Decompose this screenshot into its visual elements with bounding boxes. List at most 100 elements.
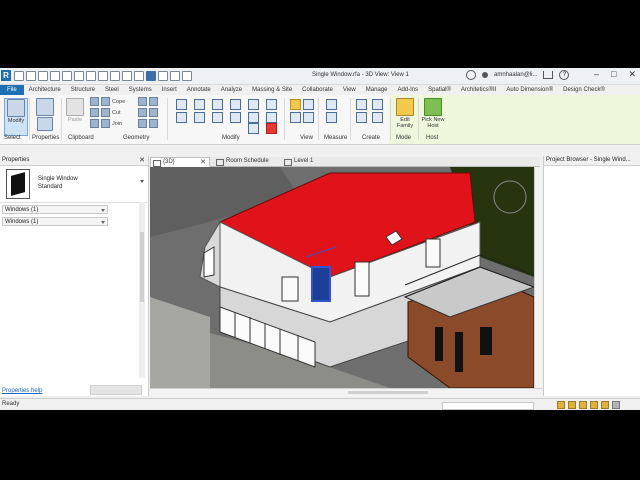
close-icon[interactable]: ✕ bbox=[200, 158, 206, 167]
cut-button[interactable]: Cut bbox=[90, 108, 121, 117]
tab-design-check[interactable]: Design Check® bbox=[558, 85, 610, 95]
scroll-thumb[interactable] bbox=[140, 232, 144, 302]
properties-button[interactable] bbox=[34, 98, 56, 134]
cart-icon[interactable] bbox=[543, 71, 554, 79]
pick-new-host-button[interactable]: Pick New Host bbox=[420, 98, 446, 134]
viewport-horizontal-scrollbar[interactable] bbox=[150, 388, 542, 397]
tab-file[interactable]: File bbox=[0, 85, 24, 95]
select-underlay-icon[interactable] bbox=[568, 401, 576, 409]
array-icon[interactable] bbox=[248, 112, 259, 123]
text-icon[interactable] bbox=[110, 71, 120, 81]
minimize-icon[interactable]: – bbox=[594, 69, 599, 80]
scale-icon[interactable] bbox=[266, 112, 277, 123]
close-hidden-icon[interactable] bbox=[158, 71, 168, 81]
join-button[interactable]: Join bbox=[90, 119, 122, 128]
mirror-axis-icon[interactable] bbox=[212, 99, 223, 110]
edit-family-button[interactable]: Edit Family bbox=[394, 98, 416, 134]
tab-insert[interactable]: Insert bbox=[157, 85, 182, 95]
tab-collaborate[interactable]: Collaborate bbox=[297, 85, 338, 95]
chevron-down-icon[interactable] bbox=[140, 180, 144, 183]
apply-button[interactable] bbox=[90, 385, 142, 395]
selection-filter-field[interactable] bbox=[442, 402, 534, 410]
save-icon[interactable] bbox=[26, 71, 36, 81]
hide-element-icon[interactable] bbox=[303, 112, 314, 123]
dimension-icon[interactable] bbox=[326, 112, 337, 123]
maximize-icon[interactable]: □ bbox=[611, 69, 616, 80]
trim-extend-icon[interactable] bbox=[230, 112, 241, 123]
paste-button[interactable]: Paste bbox=[64, 98, 86, 134]
switch-windows-icon[interactable] bbox=[170, 71, 180, 81]
mirror-draw-icon[interactable] bbox=[230, 99, 241, 110]
category-filter-select[interactable]: Windows (1) bbox=[2, 205, 108, 214]
pin-icon[interactable] bbox=[248, 123, 259, 134]
linework-icon[interactable] bbox=[290, 112, 301, 123]
thin-lines-icon[interactable] bbox=[146, 71, 156, 81]
tab-architecture[interactable]: Architecture bbox=[24, 85, 66, 95]
geometry-tools-row-2[interactable] bbox=[138, 108, 158, 117]
3d-viewport[interactable] bbox=[150, 167, 534, 388]
tab-systems[interactable]: Systems bbox=[124, 85, 157, 95]
offset-icon[interactable] bbox=[194, 99, 205, 110]
sync-icon[interactable] bbox=[38, 71, 48, 81]
tab-3d-view[interactable]: {3D} ✕ bbox=[150, 157, 210, 167]
align-icon[interactable] bbox=[176, 99, 187, 110]
tab-view[interactable]: View bbox=[338, 85, 361, 95]
properties-scrollbar[interactable] bbox=[139, 202, 145, 378]
revit-logo-icon[interactable]: R bbox=[1, 70, 11, 81]
tab-steel[interactable]: Steel bbox=[100, 85, 124, 95]
create-similar-icon[interactable] bbox=[372, 112, 383, 123]
scroll-thumb[interactable] bbox=[348, 391, 428, 394]
create-parts-icon[interactable] bbox=[372, 99, 383, 110]
undo-icon[interactable] bbox=[50, 71, 60, 81]
tab-annotate[interactable]: Annotate bbox=[182, 85, 216, 95]
search-icon[interactable] bbox=[466, 70, 476, 80]
select-links-icon[interactable] bbox=[557, 401, 565, 409]
split-icon[interactable] bbox=[248, 99, 259, 110]
select-by-face-icon[interactable] bbox=[590, 401, 598, 409]
filter-icon[interactable] bbox=[612, 401, 620, 409]
rotate-icon[interactable] bbox=[212, 112, 223, 123]
3d-icon[interactable] bbox=[122, 71, 132, 81]
tab-spatial[interactable]: Spatial® bbox=[423, 85, 456, 95]
redo-icon[interactable] bbox=[62, 71, 72, 81]
move-icon[interactable] bbox=[176, 112, 187, 123]
drag-elements-icon[interactable] bbox=[601, 401, 609, 409]
override-graphics-icon[interactable] bbox=[303, 99, 314, 110]
tab-auto-dimension[interactable]: Auto Dimension® bbox=[501, 85, 558, 95]
open-icon[interactable] bbox=[14, 71, 24, 81]
tab-analyze[interactable]: Analyze bbox=[216, 85, 247, 95]
split-gap-icon[interactable] bbox=[266, 99, 277, 110]
modify-button[interactable]: Modify bbox=[4, 98, 28, 136]
create-group-icon[interactable] bbox=[356, 112, 367, 123]
customize-icon[interactable] bbox=[182, 71, 192, 81]
instance-filter-select[interactable]: Windows (1) bbox=[2, 217, 108, 226]
tab-structure[interactable]: Structure bbox=[66, 85, 100, 95]
select-pinned-icon[interactable] bbox=[579, 401, 587, 409]
geometry-tools-row-3[interactable] bbox=[138, 119, 158, 128]
close-icon[interactable]: ✕ bbox=[628, 69, 636, 80]
create-assembly-icon[interactable] bbox=[356, 99, 367, 110]
selected-window[interactable] bbox=[311, 266, 331, 302]
close-icon[interactable]: ✕ bbox=[139, 156, 145, 165]
viewport-vertical-scrollbar[interactable] bbox=[534, 167, 543, 388]
cope-button[interactable]: Cope bbox=[90, 97, 125, 106]
tab-add-ins[interactable]: Add-Ins bbox=[392, 85, 423, 95]
copy-icon[interactable] bbox=[194, 112, 205, 123]
tab-level-1[interactable]: Level 1 bbox=[282, 157, 354, 166]
delete-icon[interactable] bbox=[266, 123, 277, 134]
user-icon[interactable] bbox=[482, 72, 488, 78]
tab-manage[interactable]: Manage bbox=[361, 85, 393, 95]
print-icon[interactable] bbox=[74, 71, 84, 81]
help-icon[interactable]: ? bbox=[559, 70, 570, 80]
tab-massing-site[interactable]: Massing & Site bbox=[247, 85, 297, 95]
select-panel-label[interactable]: Select bbox=[4, 135, 21, 141]
type-selector[interactable]: Single Window Standard bbox=[0, 166, 147, 203]
geometry-tools-row-1[interactable] bbox=[138, 97, 158, 106]
user-label[interactable]: amnhaalan@li... bbox=[494, 72, 537, 78]
measure-tool-icon[interactable] bbox=[326, 99, 337, 110]
tag-icon[interactable] bbox=[98, 71, 108, 81]
properties-help-link[interactable]: Properties help bbox=[2, 388, 42, 394]
measure-icon[interactable] bbox=[86, 71, 96, 81]
hide-isolate-icon[interactable] bbox=[290, 99, 301, 110]
section-icon[interactable] bbox=[134, 71, 144, 81]
